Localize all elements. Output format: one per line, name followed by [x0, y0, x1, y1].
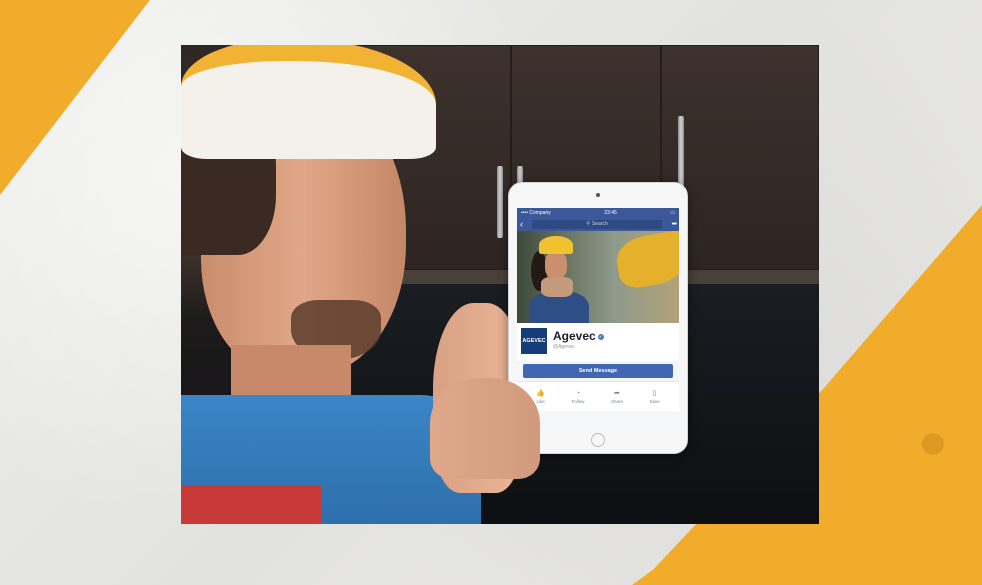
more-dots-icon[interactable]: ••• [666, 221, 677, 228]
status-bar: •••• Company 23:45 ▭ [517, 208, 679, 217]
send-message-label: Send Message [578, 368, 618, 374]
save-label: Save [649, 398, 660, 404]
rss-icon: ◔ [575, 389, 581, 397]
share-label: Share [610, 398, 623, 404]
like-label: Like [536, 398, 545, 404]
time-label: 23:45 [604, 209, 617, 216]
battery-icon: ▭ [670, 209, 675, 216]
verified-badge-icon: ✓ [597, 333, 604, 340]
page-logo[interactable]: AGEVEC [520, 327, 548, 355]
cover-scarf [541, 277, 573, 297]
page-actions: 👍 Like ◔ Follow ➦ Share ▯ Save [517, 381, 679, 411]
thumbs-up-icon: 👍 [536, 389, 545, 397]
page-name-text: Agevec [553, 329, 596, 343]
accent-dot [922, 433, 944, 455]
cabinet-handle [497, 166, 503, 238]
search-input[interactable]: ⚲ Search [532, 219, 662, 229]
worker-vest [181, 485, 321, 524]
search-icon: ⚲ [586, 221, 590, 227]
cover-machine [613, 231, 679, 291]
carrier-label: •••• Company [521, 209, 551, 216]
share-icon: ➦ [614, 389, 620, 397]
camera-icon [596, 193, 600, 197]
share-button[interactable]: ➦ Share [611, 384, 623, 409]
facebook-page-screen: •••• Company 23:45 ▭ ‹ ⚲ Search ••• AGEV… [517, 208, 679, 428]
send-message-button[interactable]: Send Message [523, 364, 673, 378]
cabinet-handle [678, 116, 684, 188]
follow-label: Follow [571, 398, 585, 404]
worker-right-hand [430, 378, 540, 479]
logo-text: AGEVEC [522, 338, 546, 344]
cover-photo [517, 231, 679, 323]
save-button[interactable]: ▯ Save [649, 384, 659, 409]
page-handle: @Agevec [553, 344, 575, 350]
worker-hard-hat [181, 45, 436, 159]
home-button[interactable] [591, 433, 605, 447]
page-header: AGEVEC Agevec ✓ @Agevec [517, 323, 679, 361]
cover-hard-hat [539, 236, 573, 254]
bookmark-icon: ▯ [652, 389, 657, 397]
follow-button[interactable]: ◔ Follow [571, 384, 584, 409]
cover-face [545, 251, 567, 279]
page-title[interactable]: Agevec ✓ [553, 329, 604, 343]
search-placeholder: Search [591, 221, 608, 227]
like-button[interactable]: 👍 Like [536, 384, 545, 409]
nav-bar: ‹ ⚲ Search ••• [517, 217, 679, 231]
chevron-left-icon[interactable]: ‹ [520, 219, 528, 229]
